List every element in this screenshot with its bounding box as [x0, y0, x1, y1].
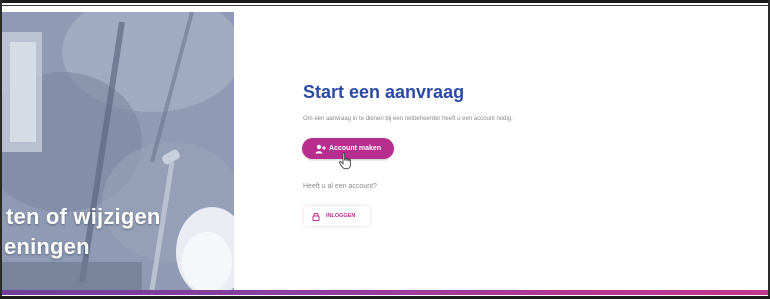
window-top-border	[0, 0, 770, 3]
window-top-line	[0, 5, 770, 6]
hero-heading-line-1: ten of wijzigen	[6, 204, 161, 229]
window-left-border	[0, 0, 2, 299]
login-button[interactable]: INLOGGEN	[304, 206, 370, 226]
hand-pointer-icon	[338, 152, 351, 170]
page-title: Start een aanvraag	[303, 82, 465, 102]
hero-image: ten of wijzigen eningen	[2, 12, 234, 290]
user-plus-icon	[315, 144, 326, 154]
create-account-label: Account maken	[328, 145, 382, 152]
has-account-text: Heeft u al een account?	[303, 183, 377, 190]
account-required-text: Om een aanvraag in te dienen bij een net…	[303, 116, 513, 122]
login-label: INLOGGEN	[326, 213, 356, 219]
hero-heading-line-2: eningen	[4, 234, 90, 259]
footer-accent-bar	[2, 290, 768, 295]
lock-icon	[312, 212, 320, 221]
